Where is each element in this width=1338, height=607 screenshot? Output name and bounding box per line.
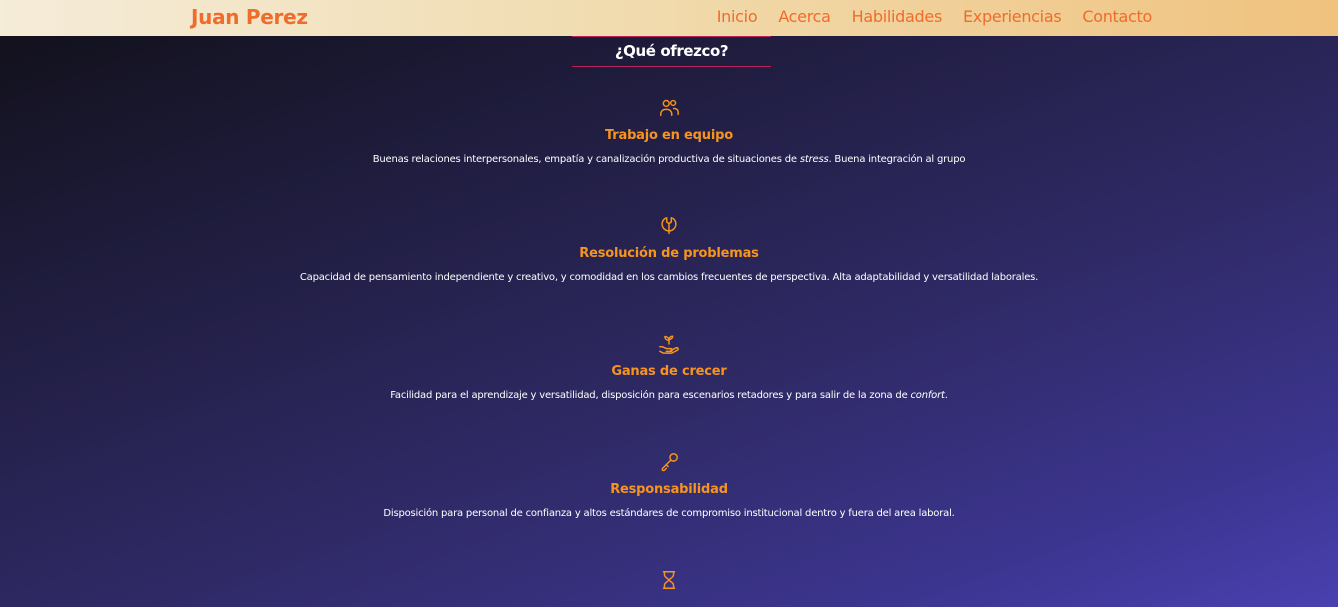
nav-link-experiencias[interactable]: Experiencias <box>963 7 1062 26</box>
offer-item-growth: Ganas de crecer Facilidad para el aprend… <box>0 333 1338 401</box>
plant-hand-icon <box>658 333 680 355</box>
key-icon <box>658 451 680 473</box>
section-title: ¿Qué ofrezco? <box>614 42 729 60</box>
nav-link-inicio[interactable]: Inicio <box>717 7 758 26</box>
offer-title: Resolución de problemas <box>579 246 759 261</box>
offer-title: Ganas de crecer <box>611 364 727 379</box>
nav-link-habilidades[interactable]: Habilidades <box>852 7 943 26</box>
nav-menu: Inicio Acerca Habilidades Experiencias C… <box>717 7 1153 26</box>
team-icon <box>658 97 680 119</box>
brand-logo[interactable]: Juan Perez <box>191 5 308 29</box>
section-title-box: ¿Qué ofrezco? <box>572 36 771 67</box>
offer-description: Disposición para personal de confianza y… <box>383 508 955 519</box>
offer-title: Trabajo en equipo <box>605 128 733 143</box>
hourglass-icon <box>658 569 680 591</box>
offer-item-problem-solving: Resolución de problemas Capacidad de pen… <box>0 215 1338 283</box>
offer-item-time <box>0 569 1338 591</box>
offer-description: Facilidad para el aprendizaje y versatil… <box>390 390 948 401</box>
offer-description: Buenas relaciones interpersonales, empat… <box>372 154 966 165</box>
nav-link-contacto[interactable]: Contacto <box>1082 7 1152 26</box>
nav-link-acerca[interactable]: Acerca <box>778 7 831 26</box>
offer-item-responsibility: Responsabilidad Disposición para persona… <box>0 451 1338 519</box>
offer-title: Responsabilidad <box>610 482 728 497</box>
offer-description: Capacidad de pensamiento independiente y… <box>299 272 1039 283</box>
navbar: Juan Perez Inicio Acerca Habilidades Exp… <box>0 0 1338 36</box>
wrench-icon <box>658 215 680 237</box>
offer-item-teamwork: Trabajo en equipo Buenas relaciones inte… <box>0 97 1338 165</box>
